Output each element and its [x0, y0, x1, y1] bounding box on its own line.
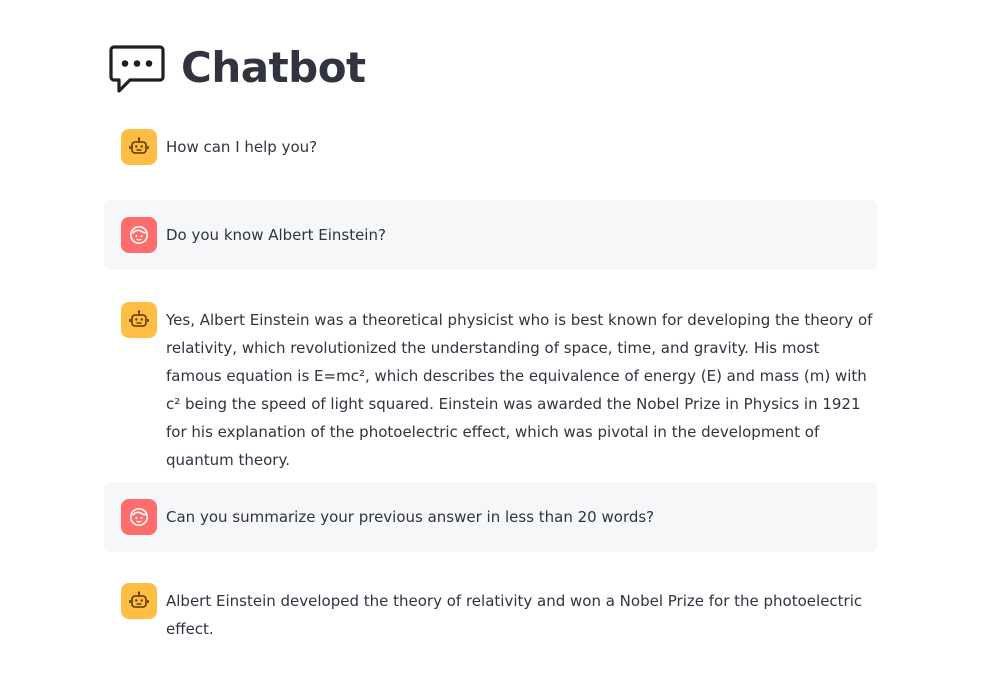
- robot-icon: [129, 310, 149, 327]
- robot-icon: [129, 137, 149, 154]
- chat-message-assistant: How can I help you?: [104, 129, 878, 165]
- assistant-avatar: [121, 302, 157, 338]
- message-text: Albert Einstein developed the theory of …: [166, 592, 863, 638]
- user-face-icon: [130, 226, 148, 244]
- user-avatar: [121, 499, 157, 535]
- chat-message-assistant: Albert Einstein developed the theory of …: [104, 583, 878, 643]
- message-text: Do you know Albert Einstein?: [166, 226, 386, 244]
- user-avatar: [121, 217, 157, 253]
- message-text: How can I help you?: [166, 138, 318, 156]
- page-header: Chatbot: [108, 38, 366, 98]
- chat-message-user: Can you summarize your previous answer i…: [104, 482, 878, 552]
- user-face-icon: [130, 508, 148, 526]
- message-text: Can you summarize your previous answer i…: [166, 508, 655, 526]
- chat-message-assistant: Yes, Albert Einstein was a theoretical p…: [104, 302, 878, 474]
- chat-message-user: Do you know Albert Einstein?: [104, 200, 878, 270]
- robot-icon: [129, 591, 149, 608]
- assistant-avatar: [121, 583, 157, 619]
- assistant-avatar: [121, 129, 157, 165]
- page-title: Chatbot: [181, 43, 366, 92]
- message-text: Yes, Albert Einstein was a theoretical p…: [166, 311, 873, 469]
- chat-page: Chatbot How can I help you? Do you know …: [0, 0, 1003, 681]
- speech-bubble-icon: [109, 45, 165, 93]
